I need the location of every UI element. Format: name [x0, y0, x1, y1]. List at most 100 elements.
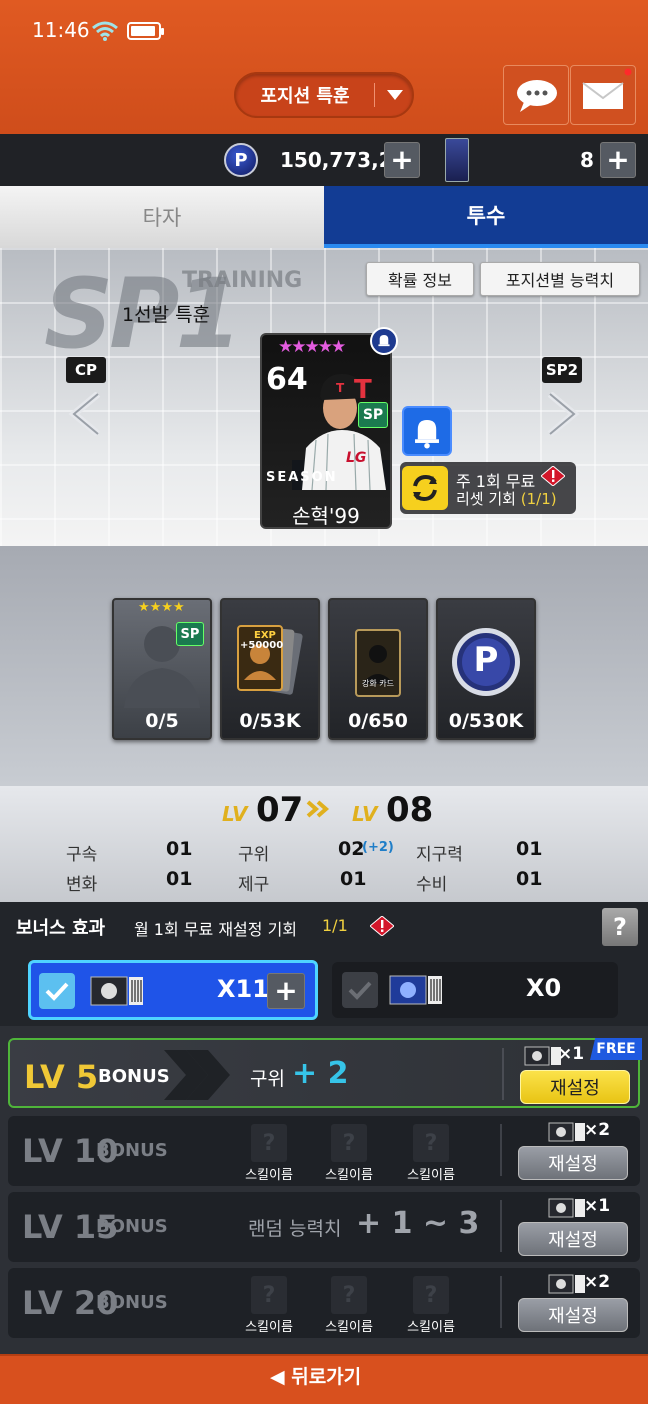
next-level: 08 — [386, 790, 434, 830]
skill-slot: ? 스킬이름 — [314, 1276, 384, 1335]
svg-text:T: T — [336, 381, 345, 395]
current-level: 07 — [256, 790, 304, 830]
stat-value: 01 — [166, 838, 193, 860]
chevron-right-icon[interactable] — [542, 392, 582, 436]
material-value: 0/650 — [348, 710, 408, 732]
card-overall: 64 — [266, 362, 308, 397]
stat-value: 01 — [516, 868, 543, 890]
row-bonus-label: BONUS — [98, 1066, 170, 1087]
double-chevron-right-icon — [306, 800, 330, 818]
bell-icon — [370, 327, 398, 355]
exp-amount: +50000 — [240, 640, 284, 651]
row-bonus-label: BONUS — [96, 1140, 168, 1161]
mail-button[interactable] — [570, 65, 636, 125]
next-position-label: SP2 — [542, 357, 582, 383]
ticket-count-normal: X11 — [217, 975, 269, 1003]
row-cost: ×1 — [558, 1044, 585, 1064]
add-points-button[interactable]: + — [384, 142, 420, 178]
material-player-card[interactable]: ★★★★ SP 0/5 — [112, 598, 212, 740]
ticket-icon — [445, 138, 469, 182]
stat-value: 01 — [166, 868, 193, 890]
help-button[interactable]: ? — [602, 908, 638, 946]
question-icon: ? — [251, 1276, 287, 1314]
tab-pitcher[interactable]: 투수 — [324, 186, 648, 248]
refresh-icon[interactable] — [402, 466, 448, 510]
stat-bonus: (+2) — [362, 840, 394, 855]
material-sp-badge: SP — [176, 622, 204, 646]
svg-text:T: T — [354, 375, 372, 405]
ticket-selector-premium[interactable]: X0 — [332, 962, 618, 1018]
reset-ticket-icon — [548, 1274, 585, 1294]
row-stat-value: + 2 — [292, 1056, 349, 1091]
checkbox-checked-icon — [39, 973, 75, 1009]
material-value: 0/5 — [145, 710, 179, 732]
material-value: 0/53K — [239, 710, 301, 732]
alarm-button[interactable] — [402, 406, 452, 456]
enhance-card-icon — [355, 629, 401, 697]
ticket-count: 8 — [580, 148, 594, 172]
mode-label: 포지션 특훈 — [260, 86, 350, 107]
stat-value: 01 — [340, 868, 367, 890]
material-exp-card[interactable]: EXP +50000 0/53K — [220, 598, 320, 740]
chat-bubble-icon — [517, 80, 557, 112]
stat-name: 제구 — [238, 875, 270, 895]
probability-info-button[interactable]: 확률 정보 — [366, 262, 474, 296]
exp-card-icon — [237, 625, 303, 695]
warning-icon — [541, 466, 565, 486]
bonus-row-lv20: LV 20 BONUS ? 스킬이름 ? 스킬이름 ? 스킬이름 ×2 재설정 — [8, 1268, 640, 1338]
material-enhance-card[interactable]: 강화 카드 0/650 — [328, 598, 428, 740]
reset-offer-count: (1/1) — [520, 490, 557, 508]
reset-button[interactable]: 재설정 — [518, 1146, 628, 1180]
row-stat-value: + 1 ~ 3 — [356, 1206, 480, 1241]
stat-name: 변화 — [66, 875, 98, 895]
question-icon: ? — [251, 1124, 287, 1162]
background-subtitle: TRAINING — [182, 268, 303, 293]
ticket-selector-normal[interactable]: X11 + — [28, 960, 318, 1020]
stat-name: 지구력 — [416, 845, 463, 865]
skill-name: 스킬이름 — [325, 1168, 373, 1183]
divider — [500, 1200, 502, 1252]
skill-slot: ? 스킬이름 — [396, 1124, 466, 1183]
tab-batter[interactable]: 타자 — [0, 186, 324, 248]
skill-name: 스킬이름 — [407, 1168, 455, 1183]
current-level-label: LV — [222, 802, 248, 826]
skill-name: 스킬이름 — [407, 1320, 455, 1335]
add-tickets-button[interactable]: + — [600, 142, 636, 178]
reset-button[interactable]: 재설정 — [520, 1070, 630, 1104]
enhance-label: 강화 카드 — [362, 679, 394, 688]
prev-position-label: CP — [66, 357, 106, 383]
reset-ticket-icon — [548, 1198, 585, 1218]
chat-button[interactable] — [503, 65, 569, 125]
card-player-name: 손혁'99 — [292, 504, 360, 528]
point-coin-icon: P — [224, 143, 258, 177]
reset-ticket-icon — [548, 1122, 585, 1142]
status-time: 11:46 — [32, 18, 90, 42]
warning-icon — [370, 916, 394, 936]
ticket-count-premium: X0 — [526, 974, 562, 1002]
reset-ticket-icon — [90, 976, 143, 1006]
question-icon: ? — [331, 1276, 367, 1314]
stat-value: 01 — [516, 838, 543, 860]
bonus-row-lv5: LV 5 BONUS 구위 + 2 ×1 FREE 재설정 — [8, 1038, 642, 1108]
premium-ticket-icon — [389, 975, 442, 1005]
reset-button[interactable]: 재설정 — [518, 1222, 628, 1256]
back-button[interactable]: ◀ 뒤로가기 — [270, 1362, 361, 1389]
row-bonus-label: BONUS — [96, 1216, 168, 1237]
row-stat-name: 구위 — [250, 1068, 285, 1090]
mode-dropdown[interactable]: 포지션 특훈 — [234, 72, 414, 118]
divider — [500, 1276, 502, 1328]
material-points[interactable]: P 0/530K — [436, 598, 536, 740]
add-ticket-button[interactable]: + — [267, 973, 305, 1009]
skill-name: 스킬이름 — [245, 1168, 293, 1183]
stat-name: 구속 — [66, 845, 98, 865]
question-icon: ? — [413, 1124, 449, 1162]
svg-text:LG: LG — [346, 450, 366, 466]
divider — [502, 1048, 504, 1100]
card-position-badge: SP — [358, 402, 388, 428]
position-stats-button[interactable]: 포지션별 능력치 — [480, 262, 640, 296]
reset-button[interactable]: 재설정 — [518, 1298, 628, 1332]
envelope-icon — [582, 68, 632, 109]
chevron-left-icon[interactable] — [66, 392, 106, 436]
bonus-row-lv15: LV 15 BONUS 랜덤 능력치 + 1 ~ 3 ×1 재설정 — [8, 1192, 640, 1262]
battery-icon — [127, 22, 164, 40]
